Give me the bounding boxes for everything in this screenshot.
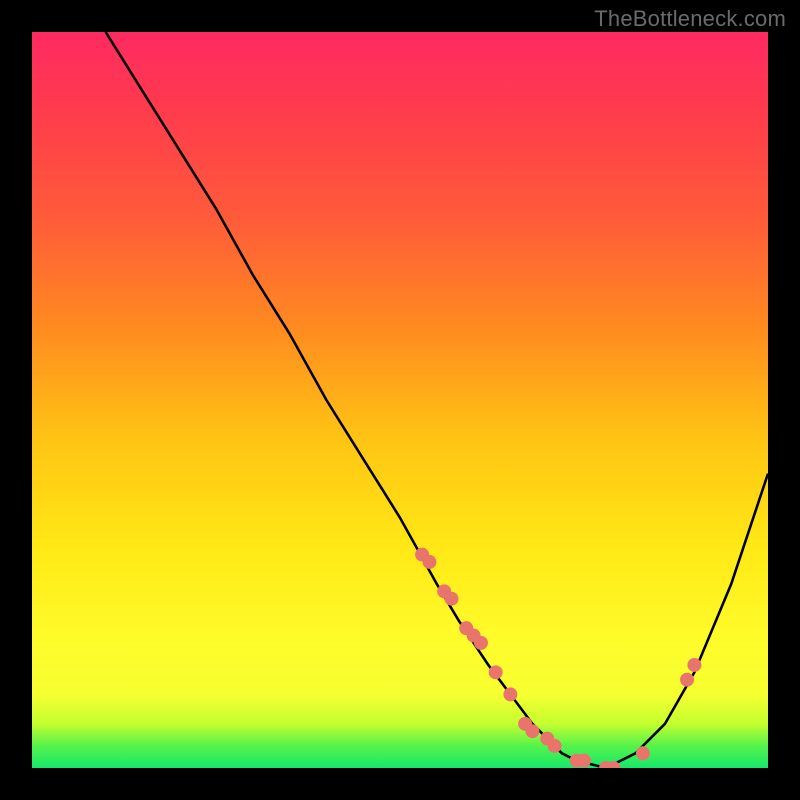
highlight-dot (687, 658, 701, 672)
highlight-dot (503, 687, 517, 701)
highlight-dot (422, 555, 436, 569)
highlight-dot (474, 636, 488, 650)
highlight-dot (489, 665, 503, 679)
chart-frame: TheBottleneck.com (0, 0, 800, 800)
highlight-dot (636, 746, 650, 760)
highlight-dot (548, 739, 562, 753)
highlight-dot (525, 724, 539, 738)
highlight-dot (680, 673, 694, 687)
highlight-dots (32, 32, 768, 768)
plot-area (32, 32, 768, 768)
highlight-dot (445, 592, 459, 606)
highlight-dot (577, 754, 591, 768)
watermark-text: TheBottleneck.com (594, 6, 786, 32)
